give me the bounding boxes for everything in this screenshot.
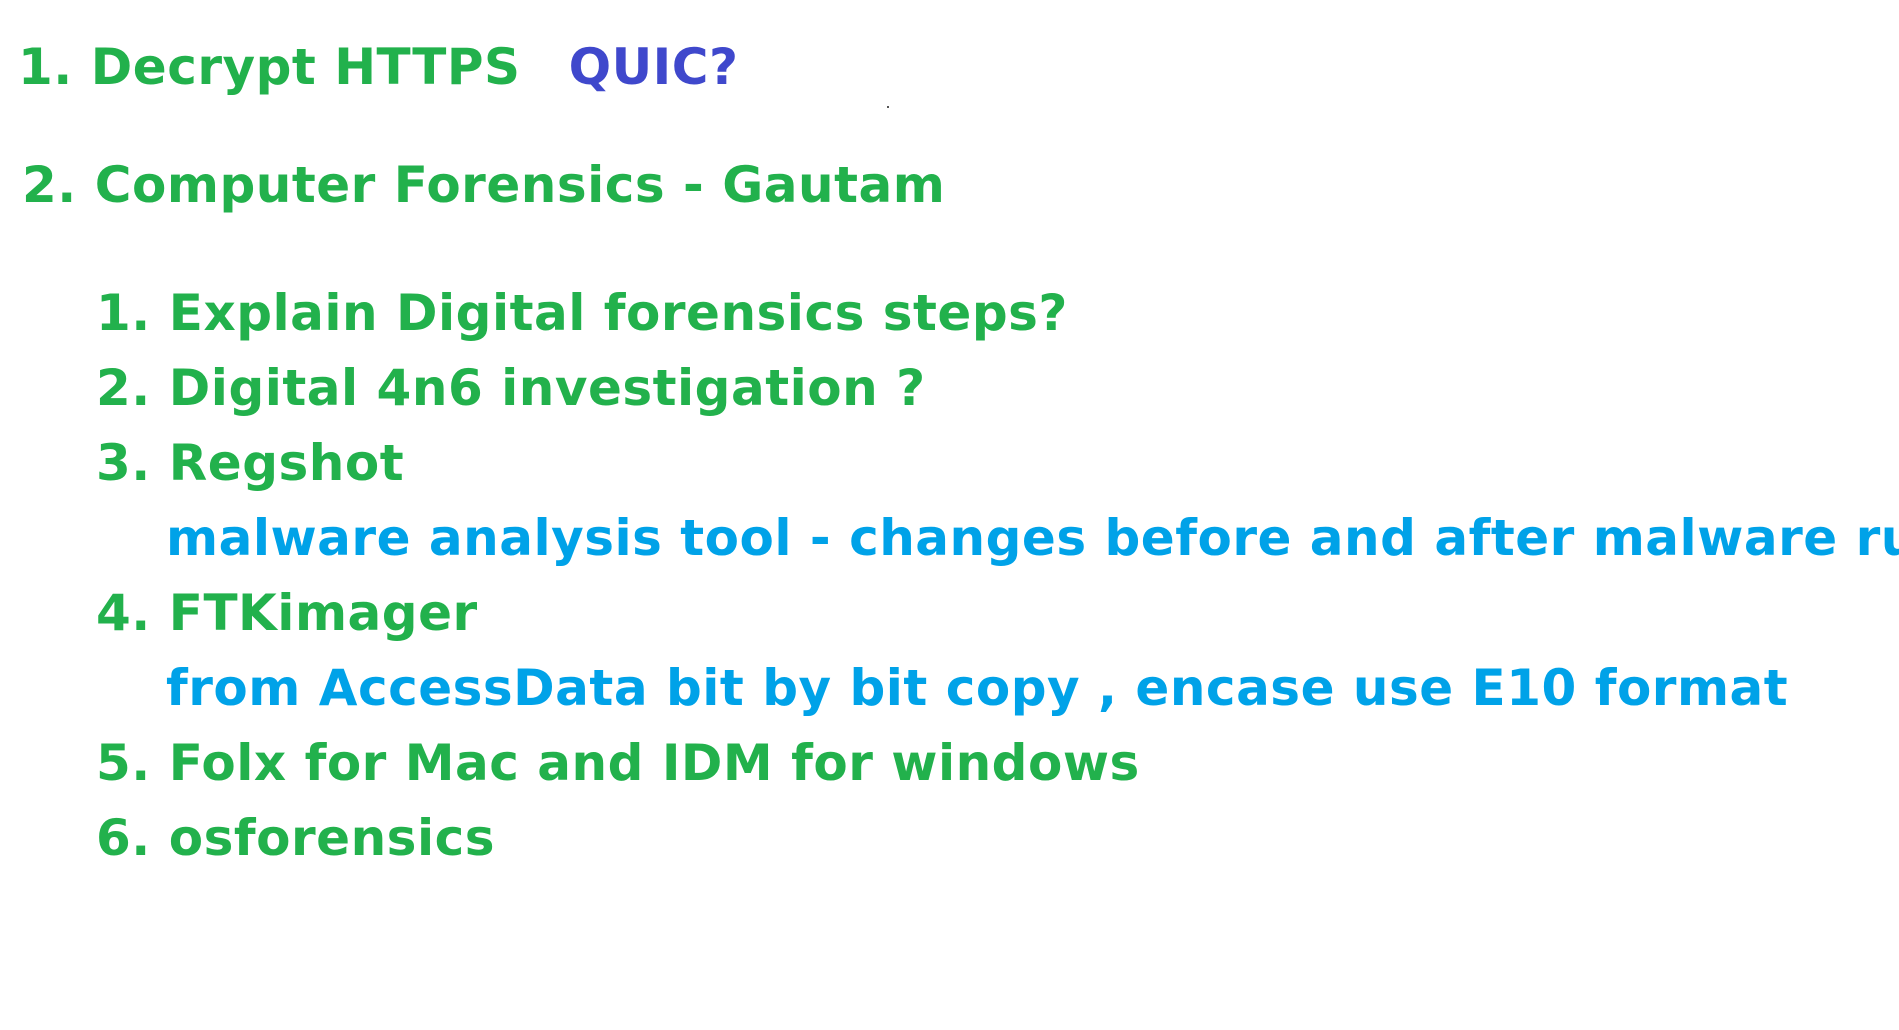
sub-item-3-note: malware analysis tool - changes before a… — [166, 509, 1899, 567]
top-item-1-text: Decrypt HTTPS — [90, 38, 521, 96]
stray-dot — [887, 106, 889, 108]
sub-item-2-number: 2. — [96, 359, 151, 417]
sub-item-5: 5. Folx for Mac and IDM for windows — [96, 738, 1140, 788]
top-item-1-extra: QUIC? — [568, 38, 739, 96]
sub-item-1: 1. Explain Digital forensics steps? — [96, 288, 1068, 338]
sub-item-3: 3. Regshot — [96, 438, 404, 488]
sub-item-2: 2. Digital 4n6 investigation ? — [96, 363, 926, 413]
sub-item-1-text: Explain Digital forensics steps? — [168, 284, 1068, 342]
sub-item-4-text: FTKimager — [168, 584, 478, 642]
sub-item-5-text: Folx for Mac and IDM for windows — [168, 734, 1140, 792]
sub-item-4-number: 4. — [96, 584, 151, 642]
sub-item-2-text: Digital 4n6 investigation ? — [168, 359, 926, 417]
top-item-1: 1. Decrypt HTTPS QUIC? — [18, 42, 739, 92]
sub-item-3-number: 3. — [96, 434, 151, 492]
sub-item-5-number: 5. — [96, 734, 151, 792]
top-item-1-number: 1. — [18, 38, 73, 96]
sub-item-3-text: Regshot — [168, 434, 405, 492]
sub-item-4-note: from AccessData bit by bit copy , encase… — [166, 659, 1789, 717]
sub-item-6-number: 6. — [96, 809, 151, 867]
top-item-2-number: 2. — [22, 156, 77, 214]
sub-item-4: 4. FTKimager — [96, 588, 478, 638]
top-item-2: 2. Computer Forensics - Gautam — [22, 160, 945, 210]
sub-item-6-text: osforensics — [168, 809, 495, 867]
top-item-2-text: Computer Forensics - Gautam — [94, 156, 946, 214]
sub-item-1-number: 1. — [96, 284, 151, 342]
sub-item-6: 6. osforensics — [96, 813, 495, 863]
